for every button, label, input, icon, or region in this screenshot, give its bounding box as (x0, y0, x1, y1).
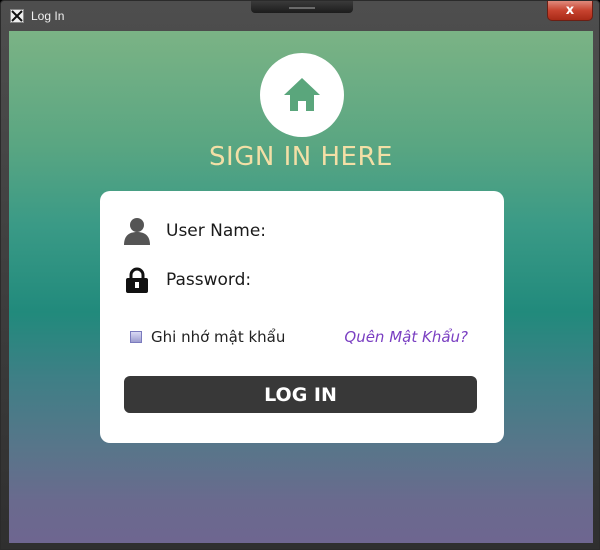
remember-checkbox[interactable] (130, 331, 142, 343)
window-title: Log In (31, 9, 65, 23)
close-button[interactable]: x (547, 1, 593, 21)
home-badge (260, 53, 344, 137)
login-window: Log In x SIGN IN HERE User Name: Passwor… (0, 0, 600, 550)
remember-password[interactable]: Ghi nhớ mật khẩu (130, 328, 285, 346)
app-icon (10, 9, 24, 23)
password-row[interactable]: Password: (122, 265, 251, 295)
page-title: SIGN IN HERE (209, 142, 393, 172)
password-label: Password: (166, 270, 252, 290)
login-button[interactable]: LOG IN (124, 376, 477, 413)
username-row[interactable]: User Name: (122, 216, 266, 246)
user-icon (122, 216, 152, 246)
lock-icon (122, 265, 152, 295)
login-panel: SIGN IN HERE User Name: Password: Ghi nh… (9, 31, 593, 543)
title-grip (251, 1, 353, 13)
forgot-password-link[interactable]: Quên Mật Khẩu? (344, 328, 468, 346)
login-card: User Name: Password: Ghi nhớ mật khẩu Qu… (100, 191, 504, 443)
close-icon: x (565, 3, 575, 18)
remember-label: Ghi nhớ mật khẩu (151, 328, 286, 346)
username-label: User Name: (166, 221, 267, 241)
home-icon (284, 78, 320, 111)
title-bar[interactable]: Log In x (1, 1, 599, 31)
